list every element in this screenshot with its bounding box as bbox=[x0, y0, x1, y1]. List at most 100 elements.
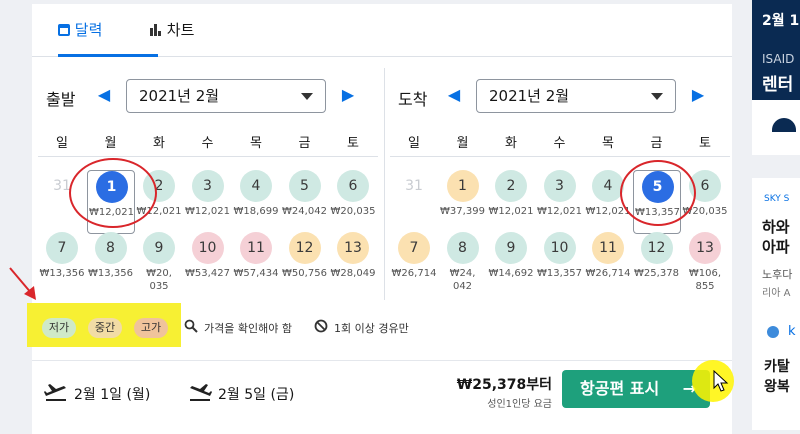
weekday-header: 토 bbox=[699, 136, 711, 151]
calendar-divider bbox=[384, 68, 385, 300]
day-number: 10 bbox=[191, 232, 224, 264]
day-number: 5 bbox=[288, 170, 321, 202]
day-price: ₩13,356 bbox=[39, 268, 85, 279]
calendar-day[interactable]: 9 ₩20, 035 bbox=[135, 232, 183, 296]
calendar-day[interactable]: 7 ₩13,356 bbox=[38, 232, 86, 296]
day-price: ₩106, 855 bbox=[688, 268, 722, 292]
calendar-day[interactable]: 11 ₩57,434 bbox=[232, 232, 280, 296]
day-number: 13 bbox=[337, 232, 369, 264]
side-ad-card[interactable]: 2월 1 ISAID 렌터 bbox=[752, 0, 800, 155]
weekday-divider bbox=[38, 156, 378, 157]
inbound-date: 2월 5일 (금) bbox=[218, 387, 295, 403]
side-ad-card[interactable]: k 카탈 왕복 bbox=[752, 312, 800, 430]
chevron-down-icon bbox=[301, 93, 313, 100]
calendar-day[interactable]: 13 ₩28,049 bbox=[329, 232, 377, 296]
departure-label: 출발 bbox=[46, 90, 76, 109]
calendar-day[interactable]: 12 ₩25,378 bbox=[633, 232, 681, 296]
day-number: 11 bbox=[240, 232, 272, 264]
view-tabs: 달력 차트 bbox=[32, 4, 732, 57]
weekday-header: 화 bbox=[505, 136, 517, 151]
day-price: ₩57,434 bbox=[233, 268, 279, 279]
day-price: ₩50,756 bbox=[282, 268, 327, 279]
weekday-header: 일 bbox=[56, 136, 68, 151]
calendar-day[interactable]: 10 ₩53,427 bbox=[184, 232, 232, 296]
active-tab-indicator bbox=[58, 54, 158, 57]
legend-check-price: 가격을 확인해야 함 bbox=[204, 322, 292, 335]
day-number: 12 bbox=[288, 232, 321, 264]
departure-month-value: 2021년 2월 bbox=[139, 87, 220, 105]
day-price: ₩26,714 bbox=[585, 268, 631, 279]
day-number: 4 bbox=[240, 170, 272, 202]
departure-month-select[interactable]: 2021년 2월 bbox=[126, 79, 326, 113]
calendar-day[interactable]: 11 ₩26,714 bbox=[584, 232, 632, 296]
day-price: ₩26,714 bbox=[391, 268, 437, 279]
arrival-prev-month-icon[interactable]: ◀ bbox=[446, 85, 462, 105]
day-number: 8 bbox=[446, 232, 479, 264]
arrival-month-select[interactable]: 2021년 2월 bbox=[476, 79, 676, 113]
calendar-day: 31 bbox=[390, 170, 438, 234]
calendar-day[interactable]: 8 ₩24, 042 bbox=[439, 232, 487, 296]
day-price: ₩25,378 bbox=[634, 268, 679, 279]
calendar-day[interactable]: 8 ₩13,356 bbox=[87, 232, 135, 296]
weekday-header: 월 bbox=[104, 136, 117, 151]
arrival-label: 도착 bbox=[398, 90, 428, 109]
show-flights-label: 항공편 표시 bbox=[580, 379, 660, 398]
side-ad-text: 아파 bbox=[762, 238, 790, 256]
day-price: ₩24, 042 bbox=[449, 268, 476, 292]
day-number: 31 bbox=[405, 178, 423, 194]
calendar-day[interactable]: 4 ₩18,699 bbox=[232, 170, 280, 234]
departure-next-month-icon[interactable]: ▶ bbox=[340, 85, 356, 105]
day-price: ₩13,356 bbox=[88, 268, 133, 279]
day-price: ₩20,035 bbox=[330, 206, 376, 217]
side-ad-brand: k bbox=[788, 324, 796, 339]
side-ad-date: 2월 1 bbox=[762, 13, 800, 29]
tab-calendar[interactable]: 달력 bbox=[58, 4, 158, 57]
calendar-day[interactable]: 10 ₩13,357 bbox=[536, 232, 584, 296]
day-price: ₩53,427 bbox=[185, 268, 230, 279]
side-ad-text: 노후다 bbox=[762, 268, 793, 281]
legend-stops: 1회 이상 경유만 bbox=[334, 322, 409, 335]
day-number: 7 bbox=[46, 232, 78, 264]
calendar-day[interactable]: 3 ₩12,021 bbox=[536, 170, 584, 234]
total-price: ₩25,378부터 bbox=[456, 377, 552, 393]
day-price: ₩13,357 bbox=[537, 268, 582, 279]
tab-label: 차트 bbox=[166, 21, 195, 39]
weekday-header: 수 bbox=[553, 136, 566, 151]
departure-prev-month-icon[interactable]: ◀ bbox=[96, 85, 112, 105]
weekday-header: 월 bbox=[456, 136, 469, 151]
calendar-day[interactable]: 7 ₩26,714 bbox=[390, 232, 438, 296]
search-icon bbox=[184, 319, 198, 333]
summary-divider bbox=[32, 360, 732, 361]
calendar-day[interactable]: 9 ₩14,692 bbox=[487, 232, 535, 296]
calendar-day[interactable]: 2 ₩12,021 bbox=[487, 170, 535, 234]
show-flights-button[interactable]: 항공편 표시 → bbox=[562, 370, 710, 408]
side-ad-title: 렌터 bbox=[762, 75, 794, 95]
calendar-day[interactable]: 13 ₩106, 855 bbox=[681, 232, 729, 296]
calendar-day[interactable]: 5 ₩24,042 bbox=[281, 170, 329, 234]
day-number: 11 bbox=[592, 232, 624, 264]
legend-low-chip: 저가 bbox=[42, 318, 76, 338]
chevron-down-icon bbox=[651, 93, 663, 100]
no-entry-icon bbox=[314, 319, 328, 333]
day-price: ₩18,699 bbox=[233, 206, 279, 217]
day-price: ₩37,399 bbox=[440, 206, 485, 217]
weekday-header: 목 bbox=[250, 136, 262, 151]
day-price: ₩20, 035 bbox=[146, 268, 172, 292]
calendar-day[interactable]: 6 ₩20,035 bbox=[329, 170, 377, 234]
arrival-month-value: 2021년 2월 bbox=[489, 87, 570, 105]
calendar-day[interactable]: 3 ₩12,021 bbox=[184, 170, 232, 234]
mouse-cursor-icon bbox=[713, 370, 729, 392]
legend-mid-chip: 중간 bbox=[88, 318, 122, 338]
calendar-day[interactable]: 12 ₩50,756 bbox=[281, 232, 329, 296]
day-number: 13 bbox=[689, 232, 721, 264]
weekday-header: 수 bbox=[201, 136, 214, 151]
tab-chart[interactable]: 차트 bbox=[150, 4, 230, 56]
day-number: 4 bbox=[592, 170, 624, 202]
weekday-header: 화 bbox=[153, 136, 165, 151]
arrival-next-month-icon[interactable]: ▶ bbox=[690, 85, 706, 105]
calendar-day[interactable]: 1 ₩37,399 bbox=[439, 170, 487, 234]
side-ad-text: 하와 bbox=[762, 218, 790, 236]
kayak-icon bbox=[767, 326, 779, 338]
side-ad-brand: ISAID bbox=[762, 52, 795, 66]
side-ad-card[interactable]: SKY S 하와 아파 노후다 리아 A bbox=[752, 178, 800, 328]
